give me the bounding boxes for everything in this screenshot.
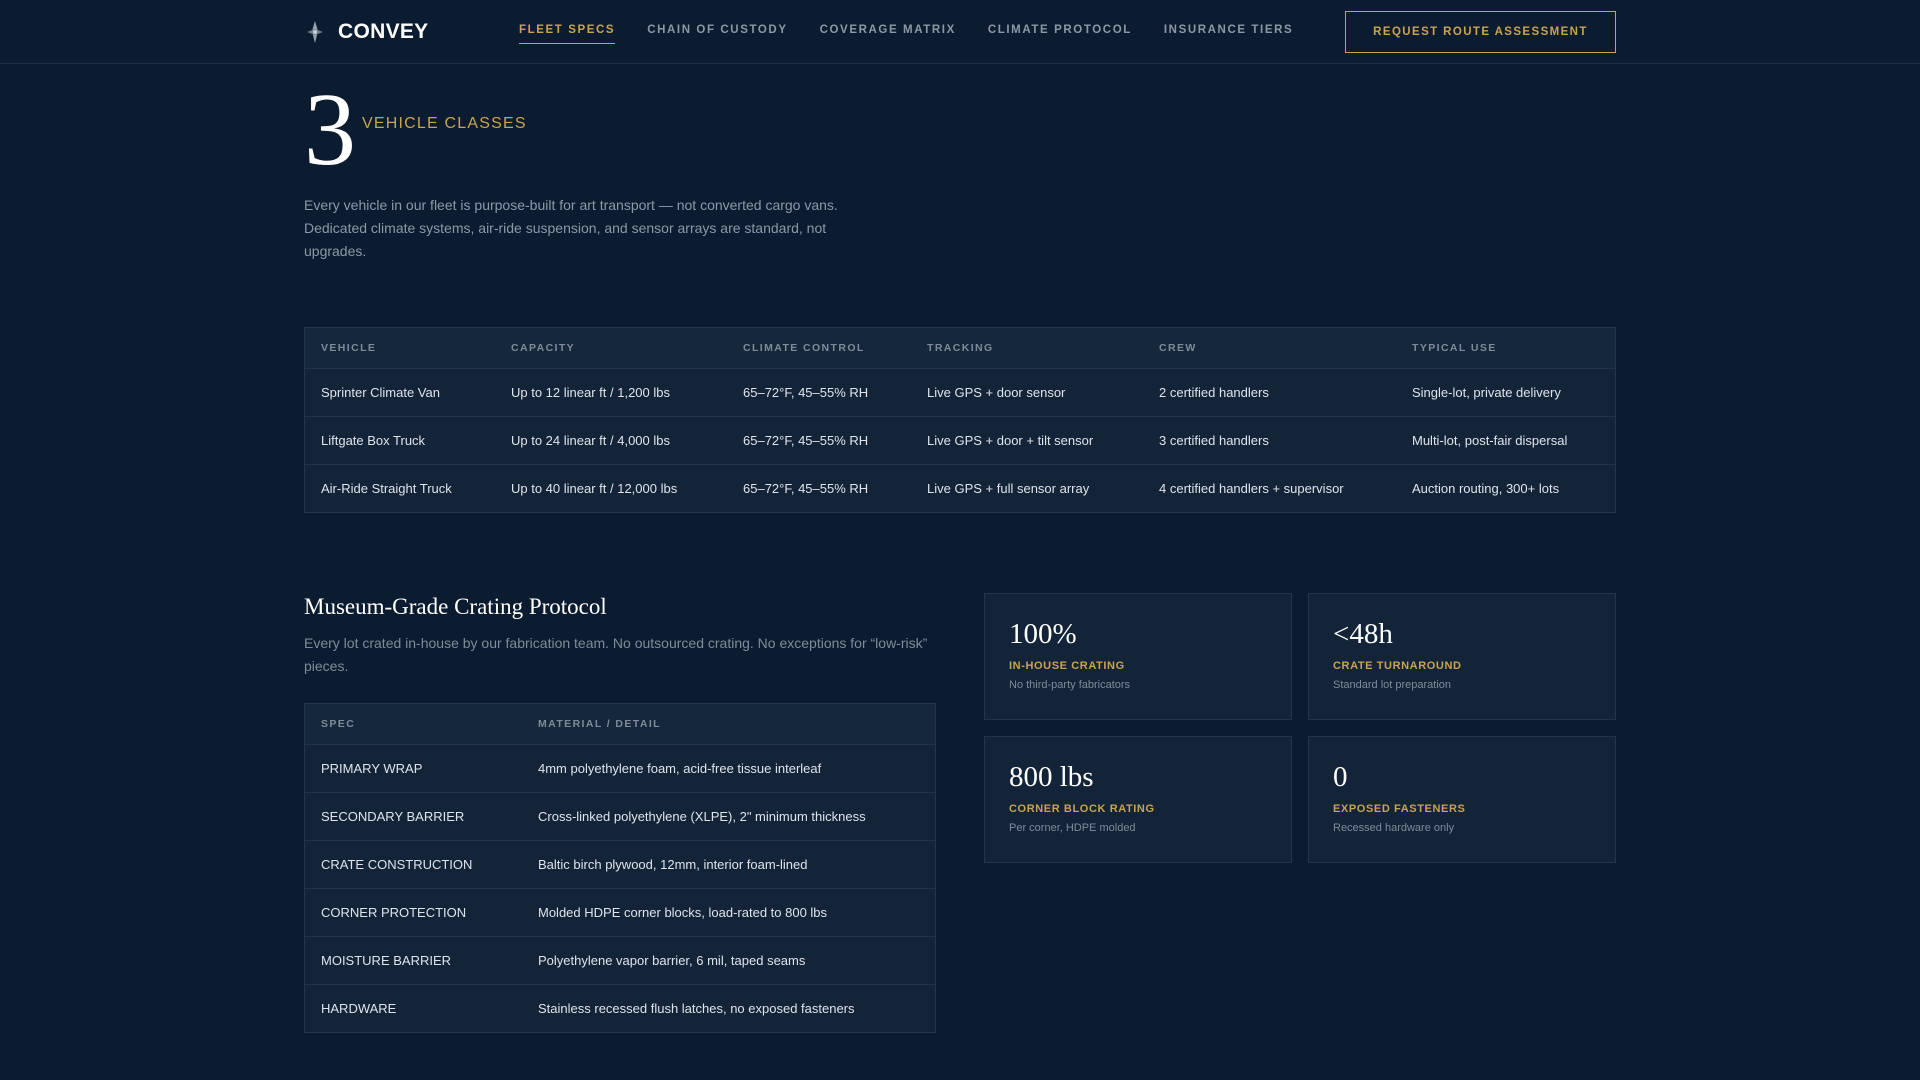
table-row: CORNER PROTECTION Molded HDPE corner blo…	[305, 888, 935, 937]
vehicle-capacity: Up to 12 linear ft / 1,200 lbs	[495, 368, 727, 417]
typical-use: Auction routing, 300+ lots	[1412, 480, 1560, 496]
spec-name: CRATE CONSTRUCTION	[305, 840, 522, 889]
request-route-assessment-button[interactable]: REQUEST ROUTE ASSESSMENT	[1345, 11, 1616, 53]
climate-control: 65–72°F, 45–55% RH	[727, 416, 911, 465]
vehicle-classes-label: VEHICLE CLASSES	[362, 115, 527, 132]
crew: 4 certified handlers + supervisor	[1159, 480, 1344, 496]
column-header: MATERIAL / DETAIL	[522, 704, 935, 745]
tracking: Live GPS + full sensor array	[927, 480, 1090, 496]
table-row: Sprinter Climate Van Up to 12 linear ft …	[305, 368, 1615, 417]
main-nav: FLEET SPECS CHAIN OF CUSTODY COVERAGE MA…	[519, 22, 1293, 46]
stat-card-exposed-fasteners: 0 EXPOSED FASTENERS Recessed hardware on…	[1308, 736, 1616, 863]
stat-card-crate-turnaround: <48h CRATE TURNAROUND Standard lot prepa…	[1308, 593, 1616, 720]
climate-control: 65–72°F, 45–55% RH	[743, 480, 869, 496]
spec-detail: Polyethylene vapor barrier, 6 mil, taped…	[522, 936, 935, 985]
table-header-row: VEHICLE CAPACITY CLIMATE CONTROL TRACKIN…	[305, 328, 1615, 369]
vehicle-specs-table: VEHICLE CAPACITY CLIMATE CONTROL TRACKIN…	[304, 327, 1616, 513]
column-header: CREW	[1143, 328, 1396, 369]
stat-label: CRATE TURNAROUND	[1333, 660, 1462, 672]
brand-logo[interactable]: CONVEY	[304, 18, 429, 46]
nav-insurance-tiers[interactable]: INSURANCE TIERS	[1164, 22, 1293, 44]
spec-detail: Stainless recessed flush latches, no exp…	[538, 1000, 855, 1016]
stat-label: IN-HOUSE CRATING	[1009, 660, 1125, 672]
spec-detail: Baltic birch plywood, 12mm, interior foa…	[522, 840, 935, 889]
nav-fleet-specs[interactable]: FLEET SPECS	[519, 22, 616, 44]
stat-label: CORNER BLOCK RATING	[1009, 803, 1155, 815]
climate-control: 65–72°F, 45–55% RH	[727, 368, 911, 417]
brand-name: CONVEY	[338, 20, 429, 43]
crating-section-description: Every lot crated in-house by our fabrica…	[304, 635, 928, 674]
spec-name: MOISTURE BARRIER	[305, 936, 522, 985]
crating-section-title: Museum-Grade Crating Protocol	[304, 594, 607, 619]
column-header: CAPACITY	[495, 328, 727, 369]
stat-value: 0	[1333, 761, 1348, 793]
spec-detail: Molded HDPE corner blocks, load-rated to…	[522, 888, 935, 937]
column-header: VEHICLE	[305, 328, 495, 369]
column-header: TRACKING	[911, 328, 1143, 369]
tracking: Live GPS + door sensor	[911, 368, 1143, 417]
crew: 3 certified handlers	[1143, 416, 1396, 465]
stat-value: 100%	[1009, 618, 1077, 650]
spec-name: HARDWARE	[321, 1000, 397, 1016]
vehicle-capacity: Up to 40 linear ft / 12,000 lbs	[511, 480, 678, 496]
table-header-row: SPEC MATERIAL / DETAIL	[305, 704, 935, 745]
spec-detail: 4mm polyethylene foam, acid-free tissue …	[522, 744, 935, 793]
compass-rose-icon	[307, 21, 323, 43]
vehicle-class-count: 3	[304, 72, 356, 187]
stat-subtext: Recessed hardware only	[1333, 822, 1455, 834]
table-row: Liftgate Box Truck Up to 24 linear ft / …	[305, 416, 1615, 465]
spec-detail: Cross-linked polyethylene (XLPE), 2" min…	[522, 792, 935, 841]
vehicle-name: Liftgate Box Truck	[305, 416, 495, 465]
typical-use: Multi-lot, post-fair dispersal	[1396, 416, 1615, 465]
stat-subtext: Standard lot preparation	[1333, 679, 1452, 691]
table-row: CRATE CONSTRUCTION Baltic birch plywood,…	[305, 840, 935, 889]
spec-name: CORNER PROTECTION	[305, 888, 522, 937]
stat-label: EXPOSED FASTENERS	[1333, 803, 1466, 815]
stat-value: 800 lbs	[1009, 761, 1094, 793]
crew: 2 certified handlers	[1143, 368, 1396, 417]
column-header: SPEC	[305, 704, 522, 745]
crating-spec-table: SPEC MATERIAL / DETAIL PRIMARY WRAP 4mm …	[304, 703, 936, 1033]
nav-climate-protocol[interactable]: CLIMATE PROTOCOL	[988, 22, 1132, 44]
vehicle-name: Sprinter Climate Van	[305, 368, 495, 417]
table-row: HARDWARE Stainless recessed flush latche…	[305, 984, 935, 1032]
typical-use: Single-lot, private delivery	[1396, 368, 1615, 417]
nav-chain-of-custody[interactable]: CHAIN OF CUSTODY	[647, 22, 787, 44]
vehicle-capacity: Up to 24 linear ft / 4,000 lbs	[495, 416, 727, 465]
table-row: Air-Ride Straight Truck Up to 40 linear …	[305, 464, 1615, 512]
table-row: MOISTURE BARRIER Polyethylene vapor barr…	[305, 936, 935, 985]
fleet-description: Every vehicle in our fleet is purpose-bu…	[304, 197, 838, 259]
top-nav-bar: CONVEY FLEET SPECS CHAIN OF CUSTODY COVE…	[0, 0, 1920, 64]
stat-subtext: Per corner, HDPE molded	[1009, 822, 1136, 834]
table-row: PRIMARY WRAP 4mm polyethylene foam, acid…	[305, 744, 935, 793]
column-header: CLIMATE CONTROL	[727, 328, 911, 369]
stat-value: <48h	[1333, 618, 1393, 650]
stat-subtext: No third-party fabricators	[1009, 679, 1131, 691]
spec-name: PRIMARY WRAP	[305, 744, 522, 793]
spec-name: SECONDARY BARRIER	[305, 792, 522, 841]
table-row: SECONDARY BARRIER Cross-linked polyethyl…	[305, 792, 935, 841]
column-header: TYPICAL USE	[1396, 328, 1615, 369]
stat-card-in-house-crating: 100% IN-HOUSE CRATING No third-party fab…	[984, 593, 1292, 720]
vehicle-name: Air-Ride Straight Truck	[321, 480, 452, 496]
nav-coverage-matrix[interactable]: COVERAGE MATRIX	[820, 22, 956, 44]
stat-card-corner-block-rating: 800 lbs CORNER BLOCK RATING Per corner, …	[984, 736, 1292, 863]
tracking: Live GPS + door + tilt sensor	[911, 416, 1143, 465]
